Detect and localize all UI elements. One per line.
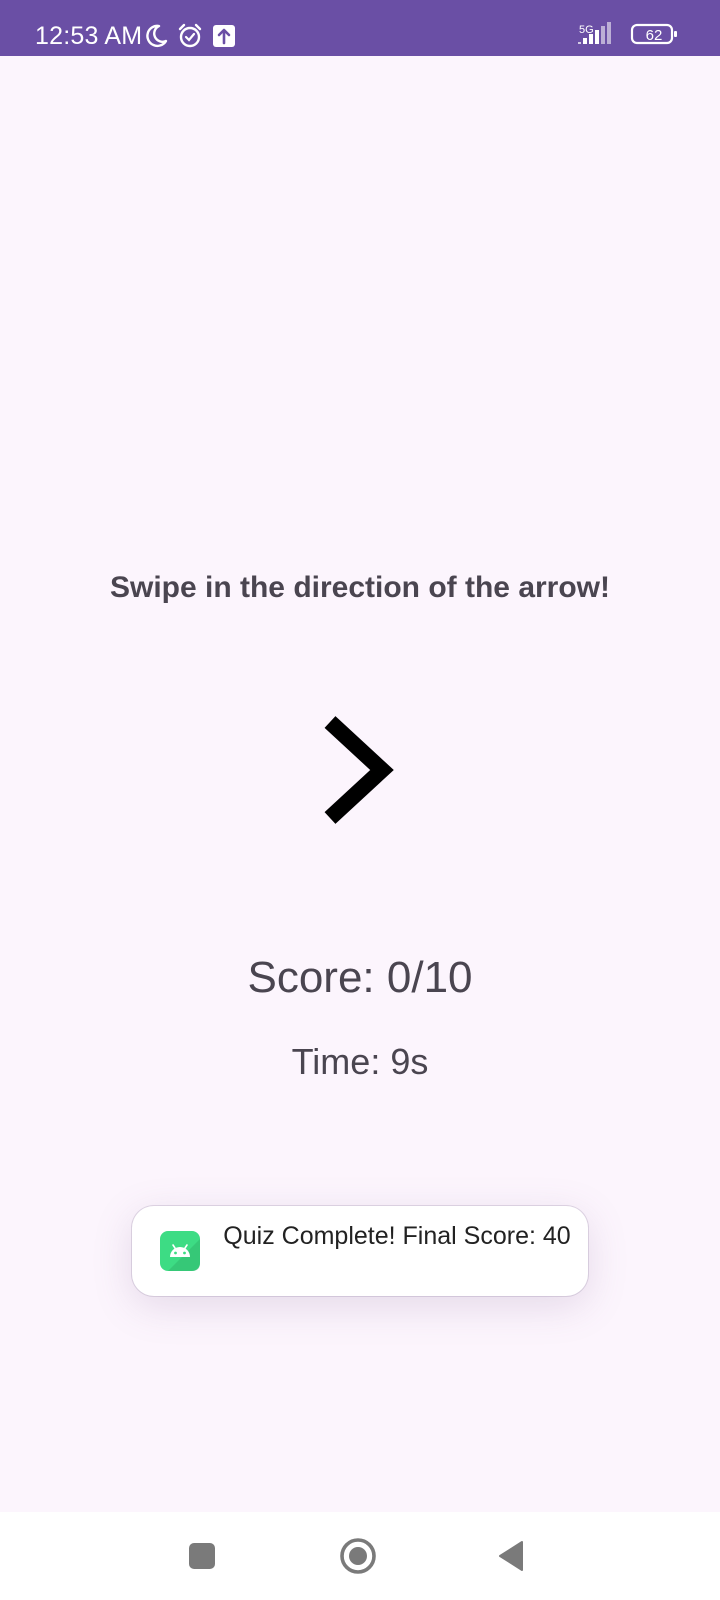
- arrow-right-icon[interactable]: [320, 714, 400, 834]
- home-button[interactable]: [336, 1534, 380, 1578]
- battery-level: 62: [645, 27, 663, 44]
- navigation-bar: [0, 1512, 720, 1600]
- back-button[interactable]: [490, 1534, 534, 1578]
- toast-notification: Quiz Complete! Final Score: 40: [132, 1206, 588, 1296]
- score-display: Score: 0/10: [247, 953, 473, 1002]
- instruction-text: Swipe in the direction of the arrow!: [109, 571, 611, 604]
- moon-icon: [146, 24, 168, 48]
- status-time: 12:53 AM: [35, 22, 143, 50]
- upload-icon: [213, 25, 235, 47]
- recents-button[interactable]: [180, 1534, 224, 1578]
- toast-message: Quiz Complete! Final Score: 40: [223, 1222, 571, 1250]
- android-icon: [160, 1231, 200, 1271]
- signal-icon: [578, 22, 611, 44]
- alarm-icon: [178, 23, 202, 48]
- status-bar: 12:53 AM 5G 62: [0, 0, 720, 56]
- timer-display: Time: 9s: [291, 1041, 429, 1082]
